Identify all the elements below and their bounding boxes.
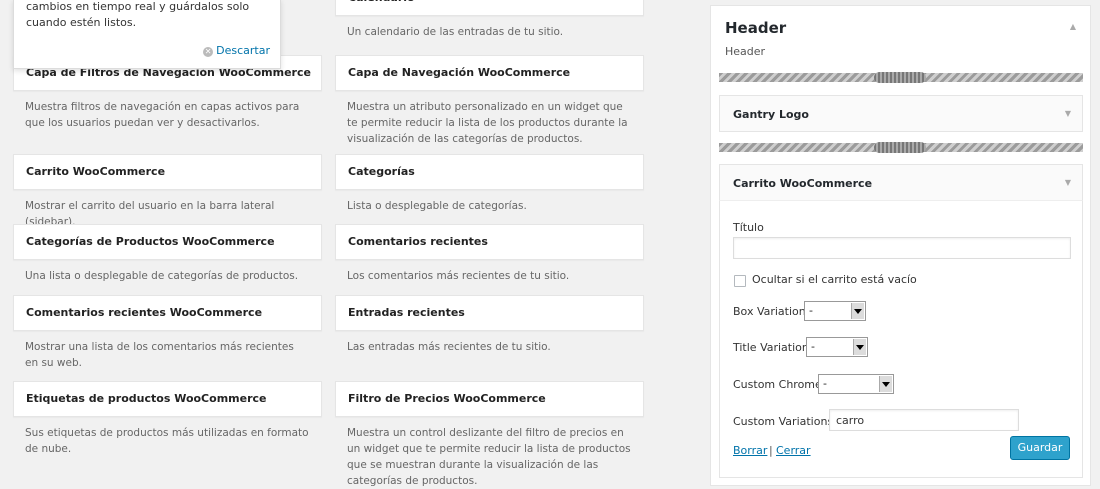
- custom-variations-input[interactable]: [829, 409, 1019, 431]
- widget-categorias[interactable]: Categorías Lista o desplegable de catego…: [335, 154, 644, 214]
- dropdown-arrow-icon: [851, 303, 864, 319]
- widget-description: Las entradas más recientes de tu sitio.: [347, 341, 551, 353]
- widget-description: Sus etiquetas de productos más utilizada…: [25, 427, 309, 455]
- box-variation-select[interactable]: -: [804, 301, 866, 321]
- widget-title[interactable]: Comentarios recientes WooCommerce: [13, 295, 322, 331]
- widget-calendario[interactable]: Calendario Un calendario de las entradas…: [335, 0, 644, 40]
- title-variation-select[interactable]: -: [806, 337, 868, 357]
- widget-title[interactable]: Categorías de Productos WooCommerce: [13, 224, 322, 260]
- widget-title[interactable]: Etiquetas de productos WooCommerce: [13, 381, 322, 417]
- widget-description: Lista o desplegable de categorías.: [347, 200, 527, 212]
- dismiss-link[interactable]: ✕ Descartar: [203, 44, 270, 57]
- widget-filtro-precios[interactable]: Filtro de Precios WooCommerce Muestra un…: [335, 381, 644, 489]
- grip-handle[interactable]: [874, 72, 926, 83]
- widget-title[interactable]: Filtro de Precios WooCommerce: [335, 381, 644, 417]
- dropdown-arrow-icon: [879, 376, 892, 392]
- widget-form: Título Ocultar si el carrito está vacío …: [719, 200, 1083, 478]
- select-value: -: [809, 304, 813, 317]
- widget-comentarios-recientes-woo[interactable]: Comentarios recientes WooCommerce Mostra…: [13, 295, 322, 371]
- sidebar-title[interactable]: Header: [725, 19, 786, 37]
- custom-variations-label: Custom Variations: [733, 415, 834, 428]
- widget-description: Los comentarios más recientes de tu siti…: [347, 270, 570, 282]
- widget-description: Muestra un control deslizante del filtro…: [347, 427, 631, 487]
- dropdown-arrow-icon: [853, 339, 866, 355]
- sidebar-widget-carrito[interactable]: Carrito WooCommerce ▼: [719, 164, 1083, 201]
- header-sidebar: Header ▲ Header Gantry Logo ▼ Carrito Wo…: [710, 5, 1091, 486]
- pointer-text: cambios en tiempo real y guárdalos solo …: [26, 0, 250, 29]
- expand-arrow-icon[interactable]: ▼: [1065, 109, 1071, 118]
- collapse-arrow-icon[interactable]: ▲: [1070, 22, 1076, 31]
- widget-description: Mostrar una lista de los comentarios más…: [25, 341, 294, 369]
- custom-chrome-select[interactable]: -: [818, 374, 894, 394]
- drag-spacer[interactable]: [719, 142, 1083, 153]
- widget-carrito[interactable]: Carrito WooCommerce Mostrar el carrito d…: [13, 154, 322, 230]
- widget-description: Una lista o desplegable de categorías de…: [25, 270, 299, 282]
- select-value: -: [811, 340, 815, 353]
- widget-description: Muestra filtros de navegación en capas a…: [25, 101, 300, 129]
- expand-arrow-icon[interactable]: ▼: [1065, 178, 1071, 187]
- hide-empty-checkbox[interactable]: [734, 275, 746, 287]
- custom-chrome-label: Custom Chrome: [733, 378, 822, 391]
- widget-comentarios-recientes[interactable]: Comentarios recientes Los comentarios má…: [335, 224, 644, 284]
- widget-etiquetas-productos[interactable]: Etiquetas de productos WooCommerce Sus e…: [13, 381, 322, 457]
- available-widgets: Calendario Un calendario de las entradas…: [13, 0, 645, 489]
- widget-categorias-productos[interactable]: Categorías de Productos WooCommerce Una …: [13, 224, 322, 284]
- link-separator: |: [769, 444, 773, 457]
- widget-title[interactable]: Comentarios recientes: [335, 224, 644, 260]
- save-button[interactable]: Guardar: [1010, 436, 1070, 460]
- title-variation-label: Title Variation: [733, 341, 809, 354]
- widget-title[interactable]: Capa de Navegación WooCommerce: [335, 55, 644, 91]
- sidebar-widget-title: Gantry Logo: [733, 108, 809, 121]
- box-variation-label: Box Variation: [733, 305, 806, 318]
- hide-empty-label: Ocultar si el carrito está vacío: [752, 273, 917, 286]
- widget-title[interactable]: Categorías: [335, 154, 644, 190]
- dismiss-icon: ✕: [203, 47, 214, 57]
- sidebar-widget-gantry-logo[interactable]: Gantry Logo ▼: [719, 95, 1083, 132]
- delete-link[interactable]: Borrar: [733, 444, 767, 457]
- widget-title[interactable]: Calendario: [335, 0, 644, 16]
- title-input[interactable]: [733, 237, 1071, 259]
- sidebar-widget-title: Carrito WooCommerce: [733, 177, 873, 190]
- select-value: -: [823, 377, 827, 390]
- widget-entradas-recientes[interactable]: Entradas recientes Las entradas más reci…: [335, 295, 644, 355]
- widget-description: Muestra un atributo personalizado en un …: [347, 101, 628, 145]
- widget-capa-navegacion[interactable]: Capa de Navegación WooCommerce Muestra u…: [335, 55, 644, 147]
- widget-title[interactable]: Entradas recientes: [335, 295, 644, 331]
- drag-spacer[interactable]: [719, 72, 1083, 83]
- widget-description: Un calendario de las entradas de tu siti…: [347, 26, 564, 38]
- close-link[interactable]: Cerrar: [776, 444, 811, 457]
- help-pointer: cambios en tiempo real y guárdalos solo …: [13, 0, 281, 69]
- widget-title[interactable]: Carrito WooCommerce: [13, 154, 322, 190]
- dismiss-label: Descartar: [216, 44, 270, 57]
- grip-handle[interactable]: [874, 142, 926, 153]
- sidebar-description: Header: [725, 45, 766, 58]
- title-label: Título: [733, 221, 764, 234]
